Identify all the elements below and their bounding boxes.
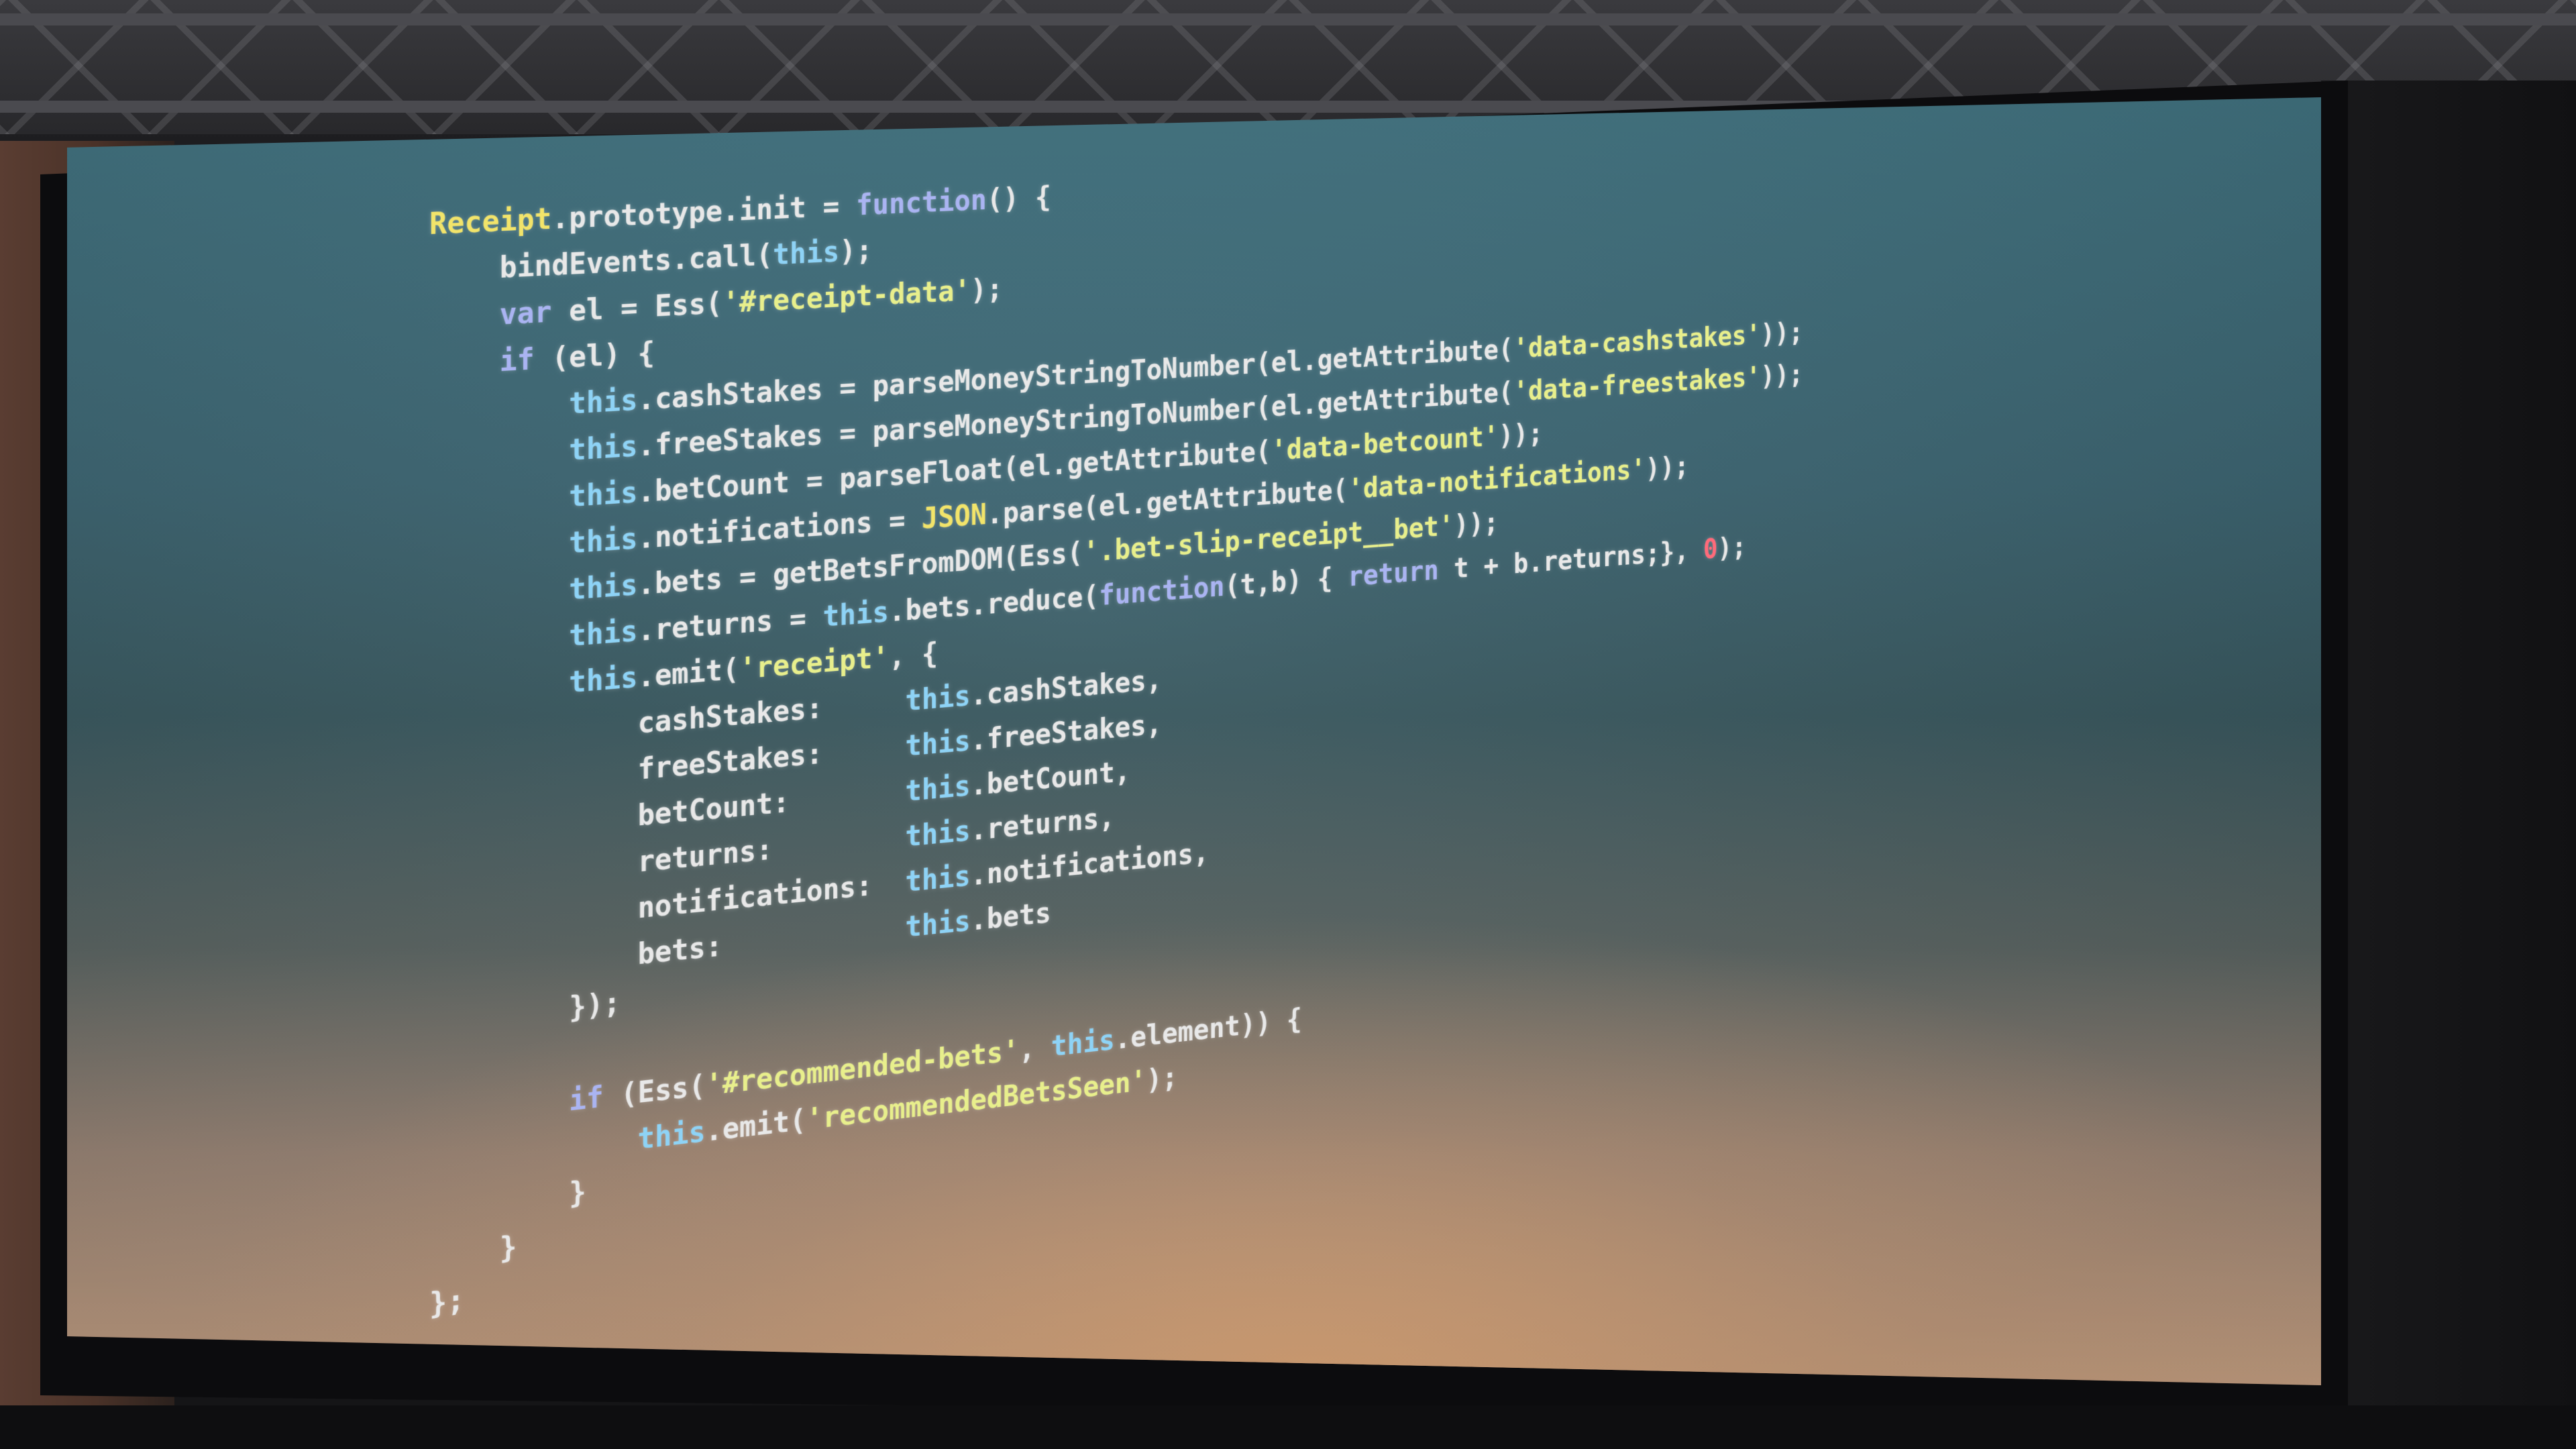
code-listing: Receipt.prototype.init = function() { bi… <box>429 144 1803 1328</box>
stage-edge <box>0 1405 2576 1449</box>
right-wall <box>2321 80 2576 1449</box>
truss-bar-top <box>0 13 2576 25</box>
